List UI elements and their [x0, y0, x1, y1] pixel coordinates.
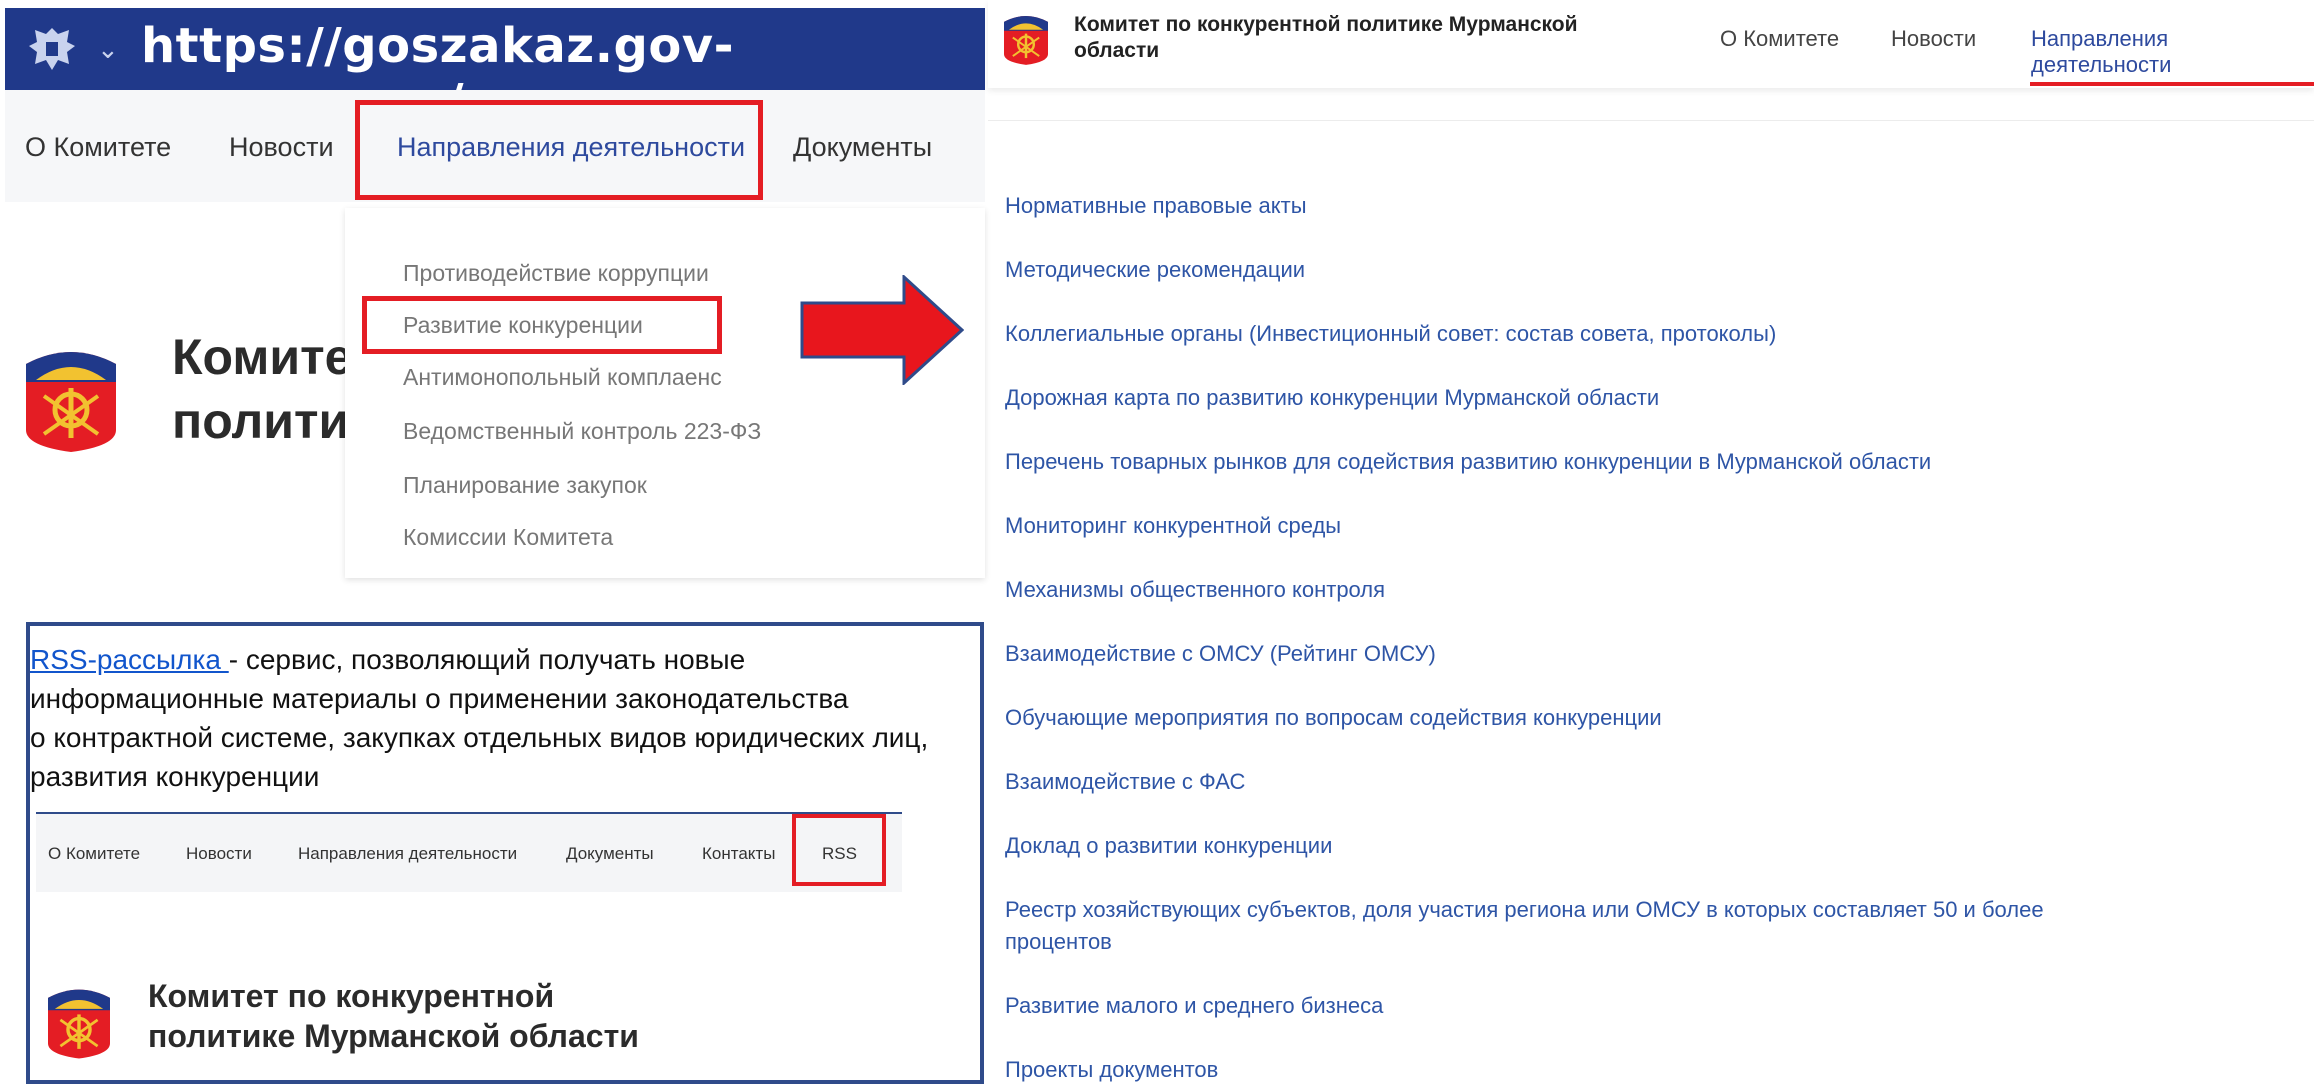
highlight-box-rss — [792, 814, 886, 886]
red-arrow-icon — [800, 275, 964, 385]
link-public-control[interactable]: Механизмы общественного контроля — [1005, 574, 2305, 606]
link-small-business[interactable]: Развитие малого и среднего бизнеса — [1005, 990, 2305, 1022]
rss-description-line-4: развития конкуренции — [30, 761, 320, 792]
dropdown-item-anticorruption[interactable]: Противодействие коррупции — [403, 260, 709, 287]
active-tab-underline — [2030, 82, 2314, 86]
directions-link-list: Нормативные правовые акты Методические р… — [1005, 190, 2305, 1086]
russia-crest-icon — [29, 28, 75, 70]
rss-nav-news[interactable]: Новости — [186, 844, 252, 864]
murmansk-crest-icon[interactable] — [1004, 13, 1048, 65]
rss-description: RSS-рассылка - сервис, позволяющий получ… — [30, 640, 990, 796]
url-banner: ⌄ https://goszakaz.gov-murman.ru/ — [5, 8, 985, 130]
rss-nav-directions[interactable]: Направления деятельности — [298, 844, 517, 864]
rss-nav-bar: О Комитете Новости Направления деятельно… — [36, 812, 902, 892]
link-collegial-bodies[interactable]: Коллегиальные органы (Инвестиционный сов… — [1005, 318, 2305, 350]
dropdown-item-commissions[interactable]: Комиссии Комитета — [403, 524, 613, 551]
dropdown-item-control-223[interactable]: Ведомственный контроль 223-ФЗ — [403, 418, 761, 445]
link-entities-registry[interactable]: Реестр хозяйствующих субъектов, доля уча… — [1005, 894, 2105, 958]
nav-item-documents[interactable]: Документы — [793, 132, 932, 163]
rss-nav-documents[interactable]: Документы — [566, 844, 654, 864]
link-fas-interaction[interactable]: Взаимодействие с ФАС — [1005, 766, 2305, 798]
divider — [36, 1080, 902, 1082]
link-roadmap[interactable]: Дорожная карта по развитию конкуренции М… — [1005, 382, 2305, 414]
dropdown-item-procurement-planning[interactable]: Планирование закупок — [403, 472, 647, 499]
nav-item-about[interactable]: О Комитете — [25, 132, 171, 163]
directions-dropdown: Противодействие коррупции Развитие конку… — [345, 208, 985, 578]
chevron-down-icon[interactable]: ⌄ — [97, 34, 119, 65]
link-monitoring[interactable]: Мониторинг конкурентной среды — [1005, 510, 2305, 542]
link-competition-report[interactable]: Доклад о развитии конкуренции — [1005, 830, 2305, 862]
header-nav-directions[interactable]: Направления деятельности — [2031, 26, 2314, 78]
rss-description-line-1: - сервис, позволяющий получать новые — [228, 644, 746, 675]
highlight-box-directions — [355, 100, 763, 200]
nav-item-news[interactable]: Новости — [229, 132, 334, 163]
rss-nav-contacts[interactable]: Контакты — [702, 844, 775, 864]
link-draft-documents[interactable]: Проекты документов — [1005, 1054, 2305, 1086]
murmansk-crest-icon — [48, 989, 110, 1059]
link-normative-acts[interactable]: Нормативные правовые акты — [1005, 190, 2305, 222]
header-nav-about[interactable]: О Комитете — [1720, 26, 1839, 52]
heading-line-2: полити — [172, 393, 350, 449]
highlight-box-competition — [362, 296, 722, 354]
dropdown-item-antimonopoly[interactable]: Антимонопольный комплаенс — [403, 364, 722, 391]
link-training-events[interactable]: Обучающие мероприятия по вопросам содейс… — [1005, 702, 2305, 734]
rss-link[interactable]: RSS-рассылка — [30, 644, 229, 675]
link-markets-list[interactable]: Перечень товарных рынков для содействия … — [1005, 446, 2305, 478]
rss-nav-about[interactable]: О Комитете — [48, 844, 140, 864]
site-title[interactable]: Комитет по конкурентной политике Мурманс… — [1074, 12, 1614, 64]
rss-committee-title-line-2: политике Мурманской области — [148, 1018, 639, 1054]
divider — [988, 120, 2314, 121]
link-omsu-interaction[interactable]: Взаимодействие с ОМСУ (Рейтинг ОМСУ) — [1005, 638, 2305, 670]
rss-description-line-3: о контрактной системе, закупках отдельны… — [30, 722, 929, 753]
rss-committee-title-line-1: Комитет по конкурентной — [148, 978, 555, 1014]
murmansk-crest-icon — [26, 352, 116, 452]
header-nav-news[interactable]: Новости — [1891, 26, 1976, 52]
link-method-recommendations[interactable]: Методические рекомендации — [1005, 254, 2305, 286]
rss-description-line-2: информационные материалы о применении за… — [30, 683, 849, 714]
